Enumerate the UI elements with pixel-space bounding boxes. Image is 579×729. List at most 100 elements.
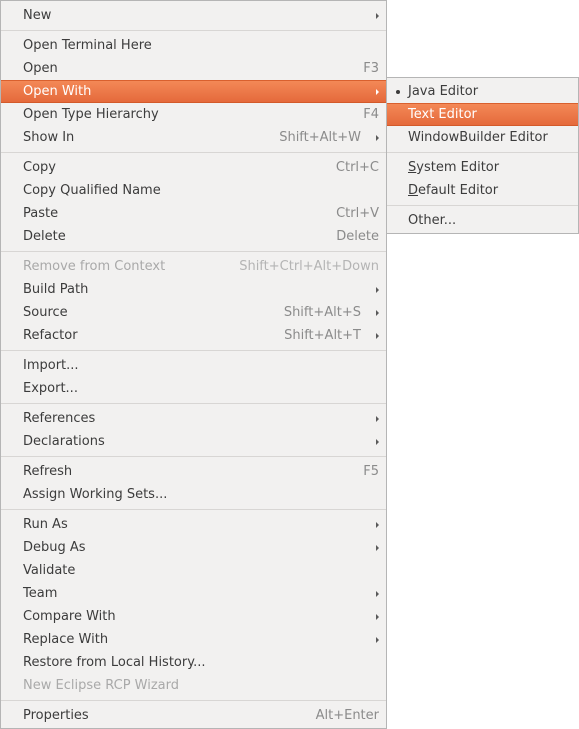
shortcut-label: Ctrl+V — [336, 206, 379, 221]
menu-item-export[interactable]: Export... — [1, 377, 386, 400]
menu-item-label: Java Editor — [408, 84, 479, 99]
menu-item-assign-working-sets[interactable]: Assign Working Sets... — [1, 483, 386, 506]
menu-item-open-type-hierarchy[interactable]: Open Type Hierarchy F4 — [1, 103, 386, 126]
submenu-arrow-icon — [376, 522, 379, 528]
menu-item-open-with[interactable]: Open With — [1, 80, 386, 103]
menu-item-refresh[interactable]: Refresh F5 — [1, 460, 386, 483]
menu-item-team[interactable]: Team — [1, 582, 386, 605]
menu-item-label: Show In — [23, 130, 75, 145]
menu-item-label: Assign Working Sets... — [23, 487, 168, 502]
submenu-arrow-icon — [376, 545, 379, 551]
menu-separator — [1, 27, 386, 34]
menu-item-label: Build Path — [23, 282, 89, 297]
menu-separator — [1, 248, 386, 255]
shortcut-label: F5 — [363, 464, 379, 479]
submenu-item-java-editor[interactable]: Java Editor — [387, 80, 578, 103]
shortcut-label: Alt+Enter — [315, 708, 379, 723]
menu-item-label: Text Editor — [408, 107, 477, 122]
shortcut-label: F3 — [363, 61, 379, 76]
menu-item-label: Refactor — [23, 328, 78, 343]
radio-bullet-icon — [396, 90, 400, 94]
shortcut-label: Shift+Ctrl+Alt+Down — [239, 259, 379, 274]
menu-item-compare-with[interactable]: Compare With — [1, 605, 386, 628]
menu-item-label: Restore from Local History... — [23, 655, 206, 670]
submenu-arrow-icon — [376, 13, 379, 19]
submenu-arrow-icon — [376, 310, 379, 316]
menu-item-label: Properties — [23, 708, 89, 723]
menu-item-label-rest: ystem Editor — [416, 160, 500, 175]
shortcut-label: Shift+Alt+W — [279, 130, 361, 145]
menu-item-remove-from-context: Remove from Context Shift+Ctrl+Alt+Down — [1, 255, 386, 278]
menu-item-label: Delete — [23, 229, 66, 244]
menu-item-label: WindowBuilder Editor — [408, 130, 548, 145]
menu-item-new[interactable]: New — [1, 4, 386, 27]
menu-item-label: New Eclipse RCP Wizard — [23, 678, 179, 693]
menu-item-replace-with[interactable]: Replace With — [1, 628, 386, 651]
menu-item-label: Open Type Hierarchy — [23, 107, 159, 122]
menu-item-build-path[interactable]: Build Path — [1, 278, 386, 301]
menu-item-delete[interactable]: Delete Delete — [1, 225, 386, 248]
menu-item-label: Open — [23, 61, 58, 76]
shortcut-label: F4 — [363, 107, 379, 122]
menu-item-open-terminal-here[interactable]: Open Terminal Here — [1, 34, 386, 57]
submenu-item-text-editor[interactable]: Text Editor — [387, 103, 578, 126]
menu-item-label: Default Editor — [408, 179, 498, 202]
menu-item-properties[interactable]: Properties Alt+Enter — [1, 704, 386, 727]
menu-item-label: Replace With — [23, 632, 109, 647]
menu-item-label: Open With — [23, 84, 92, 99]
menu-item-label: Other... — [408, 213, 457, 228]
menu-item-label: Run As — [23, 517, 68, 532]
shortcut-label: Shift+Alt+T — [284, 328, 361, 343]
menu-item-declarations[interactable]: Declarations — [1, 430, 386, 453]
submenu-arrow-icon — [376, 89, 379, 95]
menu-item-paste[interactable]: Paste Ctrl+V — [1, 202, 386, 225]
menu-separator — [1, 149, 386, 156]
menu-item-label: Paste — [23, 206, 59, 221]
menu-item-label: Refresh — [23, 464, 73, 479]
menu-item-refactor[interactable]: Refactor Shift+Alt+T — [1, 324, 386, 347]
submenu-arrow-icon — [376, 135, 379, 141]
submenu-item-system-editor[interactable]: System Editor — [387, 156, 578, 179]
menu-item-label: Validate — [23, 563, 76, 578]
submenu-arrow-icon — [376, 637, 379, 643]
menu-item-run-as[interactable]: Run As — [1, 513, 386, 536]
submenu-arrow-icon — [376, 416, 379, 422]
submenu-arrow-icon — [376, 614, 379, 620]
menu-item-copy-qualified-name[interactable]: Copy Qualified Name — [1, 179, 386, 202]
menu-item-label: Copy Qualified Name — [23, 183, 161, 198]
submenu-item-other[interactable]: Other... — [387, 209, 578, 232]
menu-separator — [1, 347, 386, 354]
menu-item-open[interactable]: Open F3 — [1, 57, 386, 80]
menu-item-source[interactable]: Source Shift+Alt+S — [1, 301, 386, 324]
menu-item-label: Remove from Context — [23, 259, 166, 274]
submenu-item-windowbuilder-editor[interactable]: WindowBuilder Editor — [387, 126, 578, 149]
menu-item-label: References — [23, 411, 96, 426]
menu-item-debug-as[interactable]: Debug As — [1, 536, 386, 559]
menu-item-label: Compare With — [23, 609, 116, 624]
menu-item-label: Open Terminal Here — [23, 38, 152, 53]
menu-item-import[interactable]: Import... — [1, 354, 386, 377]
menu-separator — [387, 202, 578, 209]
menu-item-label: System Editor — [408, 156, 499, 179]
menu-item-label: Copy — [23, 160, 56, 175]
open-with-submenu: Java Editor Text Editor WindowBuilder Edit… — [386, 77, 579, 234]
menu-item-references[interactable]: References — [1, 407, 386, 430]
submenu-arrow-icon — [376, 333, 379, 339]
menu-item-validate[interactable]: Validate — [1, 559, 386, 582]
menu-item-label: Export... — [23, 381, 78, 396]
menu-item-copy[interactable]: Copy Ctrl+C — [1, 156, 386, 179]
menu-separator — [1, 400, 386, 407]
submenu-item-default-editor[interactable]: Default Editor — [387, 179, 578, 202]
menu-separator — [1, 453, 386, 460]
menu-item-label: New — [23, 8, 52, 23]
shortcut-label: Ctrl+C — [335, 160, 379, 175]
submenu-arrow-icon — [376, 439, 379, 445]
menu-item-label: Declarations — [23, 434, 105, 449]
menu-separator — [1, 697, 386, 704]
menu-item-restore-from-local-history[interactable]: Restore from Local History... — [1, 651, 386, 674]
menu-separator — [1, 506, 386, 513]
menu-item-label: Source — [23, 305, 68, 320]
menu-item-label: Debug As — [23, 540, 86, 555]
menu-separator — [387, 149, 578, 156]
menu-item-show-in[interactable]: Show In Shift+Alt+W — [1, 126, 386, 149]
